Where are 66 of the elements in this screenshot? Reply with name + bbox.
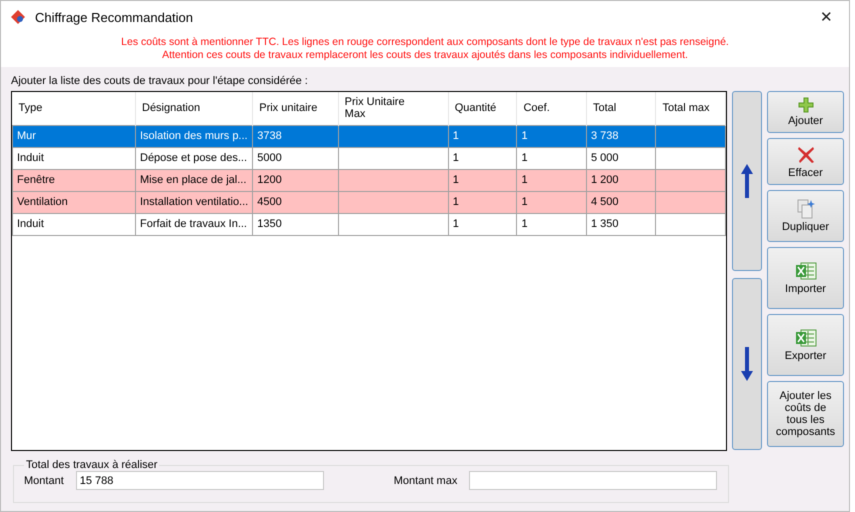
table-cell[interactable]: 5000 — [252, 147, 338, 169]
table-cell[interactable] — [338, 213, 448, 235]
table-cell[interactable] — [656, 191, 726, 213]
table-cell[interactable] — [338, 169, 448, 191]
plus-icon — [798, 97, 814, 113]
table-cell[interactable]: 1 350 — [586, 213, 656, 235]
table-cell[interactable]: 3738 — [252, 125, 338, 147]
table-cell[interactable]: 1 — [516, 125, 586, 147]
table-cell[interactable] — [338, 147, 448, 169]
move-up-button[interactable] — [732, 91, 762, 271]
table-cell[interactable]: 1 — [516, 213, 586, 235]
table-cell[interactable]: 4500 — [252, 191, 338, 213]
table-cell[interactable] — [656, 213, 726, 235]
table-cell[interactable]: Mur — [12, 125, 136, 147]
warning-text: Attention ces couts de travaux remplaceront les couts des travaux ajoutés dans les composants individuellement. — [162, 49, 688, 62]
table-cell[interactable]: Dépose et pose des... — [136, 147, 253, 169]
table-cell[interactable]: 1 200 — [586, 169, 656, 191]
action-button[interactable]: Effacer — [767, 138, 844, 185]
action-button[interactable]: Exporter — [767, 314, 844, 376]
warning-text: Les coûts sont à mentionner TTC. Les lignes en rouge correspondent aux composants dont le type de travaux n'est pas renseigné. — [121, 36, 729, 49]
group-title: Total des travaux à réaliser — [25, 459, 158, 471]
table-cell[interactable]: 5 000 — [586, 147, 656, 169]
field-label: Montant max — [394, 474, 458, 486]
table-cell[interactable] — [656, 147, 726, 169]
table-cell[interactable] — [656, 125, 726, 147]
table-cell[interactable]: 1 — [448, 125, 517, 147]
table-cell[interactable]: Fenêtre — [12, 169, 136, 191]
arrow-up-icon — [741, 164, 753, 198]
table-cell[interactable]: Isolation des murs p... — [136, 125, 253, 147]
amount-field[interactable] — [469, 471, 718, 490]
table-cell[interactable]: Induit — [12, 213, 136, 235]
app-logo-icon — [11, 10, 25, 24]
table-cell[interactable]: Mise en place de jal... — [136, 169, 253, 191]
table-cell[interactable]: Ventilation — [12, 191, 136, 213]
table-cell[interactable]: 4 500 — [586, 191, 656, 213]
table-cell[interactable]: 1 — [516, 169, 586, 191]
move-down-button[interactable] — [732, 278, 762, 450]
table-cell[interactable]: 1 — [516, 191, 586, 213]
table-cell[interactable]: 1350 — [252, 213, 338, 235]
window-title: Chiffrage Recommandation — [35, 10, 194, 24]
field-label: Montant — [24, 474, 64, 486]
table-cell[interactable]: 1 — [448, 213, 517, 235]
table-cell[interactable]: 1200 — [252, 169, 338, 191]
table-cell[interactable]: 1 — [448, 169, 517, 191]
action-button[interactable]: Ajouter — [767, 91, 844, 133]
list-label: Ajouter la liste des couts de travaux pour l'étape considérée : — [11, 75, 309, 87]
action-button[interactable]: Ajouter les coûts de tous les composants — [767, 381, 844, 447]
table-cell[interactable]: 3 738 — [586, 125, 656, 147]
table-cell[interactable]: 1 — [448, 147, 517, 169]
table-cell[interactable]: 1 — [516, 147, 586, 169]
amount-field[interactable]: 15 788 — [76, 471, 324, 490]
table-cell[interactable] — [338, 191, 448, 213]
table-cell[interactable]: Forfait de travaux In... — [136, 213, 253, 235]
spreadsheet-icon — [794, 261, 816, 281]
table-cell[interactable] — [656, 169, 726, 191]
arrow-down-icon — [741, 347, 753, 381]
action-button[interactable]: Dupliquer — [767, 190, 844, 242]
duplicate-icon — [796, 199, 814, 219]
table-cell[interactable]: Installation ventilatio... — [136, 191, 253, 213]
action-button[interactable]: Importer — [767, 247, 844, 309]
table-cell[interactable]: 1 — [448, 191, 517, 213]
table-cell[interactable]: Induit — [12, 147, 136, 169]
close-button[interactable]: ✕ — [814, 8, 839, 26]
close-icon — [796, 144, 816, 164]
spreadsheet-icon — [794, 328, 816, 348]
table-cell[interactable] — [338, 125, 448, 147]
